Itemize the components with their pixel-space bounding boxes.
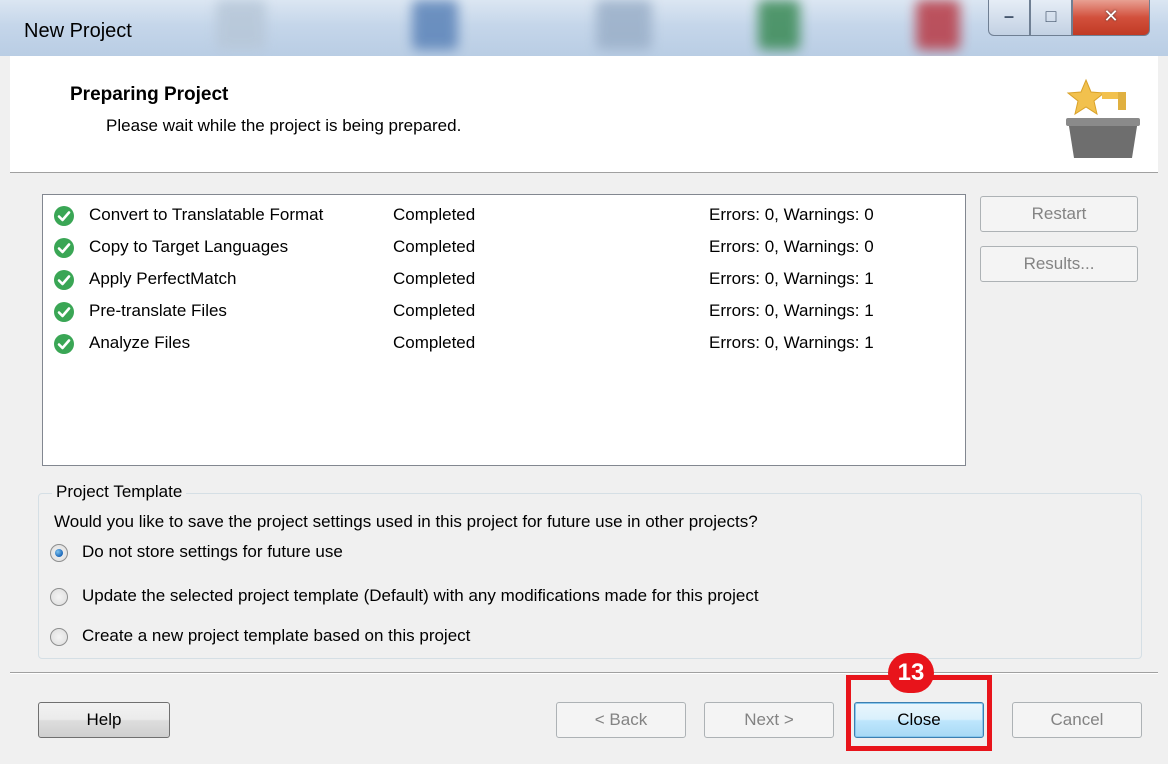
next-button[interactable]: Next > [704,702,834,738]
task-row: Copy to Target Languages Completed Error… [53,231,953,263]
task-status: Completed [393,301,476,320]
results-button[interactable]: Results... [980,246,1138,282]
window-title: New Project [24,20,132,42]
footer-separator [10,672,1158,674]
task-status: Completed [393,333,476,352]
help-button[interactable]: Help [38,702,170,738]
template-question: Would you like to save the project setti… [54,512,758,531]
close-icon: ✕ [1103,6,1119,26]
task-row: Pre-translate Files Completed Errors: 0,… [53,295,953,327]
task-status: Completed [393,237,476,256]
annotation-step-badge: 13 [888,653,934,693]
cancel-button[interactable]: Cancel [1012,702,1142,738]
check-circle-icon [54,270,74,290]
back-button[interactable]: < Back [556,702,686,738]
radio-button[interactable] [50,588,68,606]
check-circle-icon [54,334,74,354]
wizard-header: Preparing Project Please wait while the … [10,56,1158,173]
restart-button[interactable]: Restart [980,196,1138,232]
task-row: Analyze Files Completed Errors: 0, Warni… [53,327,953,359]
check-circle-icon [54,238,74,258]
task-name: Pre-translate Files [89,301,227,320]
task-row: Apply PerfectMatch Completed Errors: 0, … [53,263,953,295]
task-list[interactable]: Convert to Translatable Format Completed… [42,194,966,466]
radio-label: Create a new project template based on t… [82,626,471,645]
task-name: Analyze Files [89,333,191,352]
maximize-icon: □ [1045,6,1057,26]
task-name: Copy to Target Languages [89,237,289,256]
minimize-icon: – [1003,6,1014,26]
task-status: Completed [393,205,476,224]
task-result: Errors: 0, Warnings: 1 [709,269,874,288]
check-circle-icon [54,206,74,226]
task-result: Errors: 0, Warnings: 1 [709,301,874,320]
new-project-window: New Project – □ ✕ Preparing Project Plea… [0,0,1168,764]
task-name: Convert to Translatable Format [89,205,324,224]
radio-label: Update the selected project template (De… [82,586,759,605]
task-row: Convert to Translatable Format Completed… [53,199,953,231]
minimize-button[interactable]: – [988,0,1030,36]
group-legend: Project Template [52,482,187,502]
page-title: Preparing Project [70,84,229,105]
task-result: Errors: 0, Warnings: 1 [709,333,874,352]
close-window-button[interactable]: ✕ [1072,0,1150,36]
title-bar[interactable]: New Project – □ ✕ [0,0,1168,56]
task-status: Completed [393,269,476,288]
task-result: Errors: 0, Warnings: 0 [709,205,874,224]
radio-button[interactable] [50,628,68,646]
caption-buttons: – □ ✕ [988,0,1150,38]
star-basket-icon [1066,78,1140,158]
page-subtitle: Please wait while the project is being p… [106,116,462,135]
radio-button-checked[interactable] [50,544,68,562]
check-circle-icon [54,302,74,322]
radio-label: Do not store settings for future use [82,542,343,561]
task-result: Errors: 0, Warnings: 0 [709,237,874,256]
task-name: Apply PerfectMatch [89,269,237,288]
maximize-button[interactable]: □ [1030,0,1072,36]
